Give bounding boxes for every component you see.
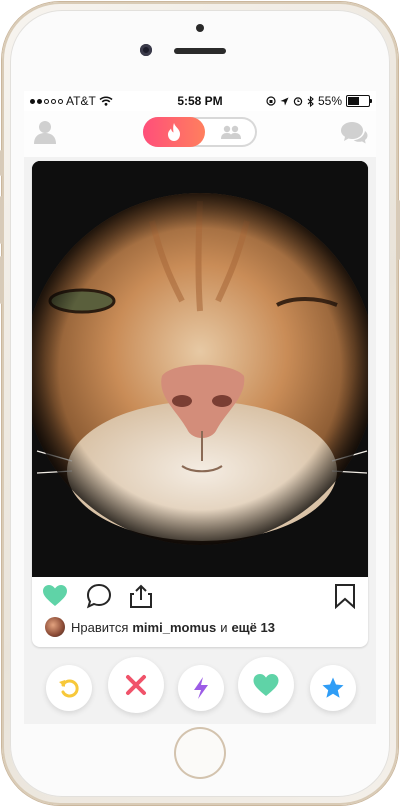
- chat-icon[interactable]: [340, 121, 368, 145]
- volume-up-button: [0, 196, 3, 244]
- bookmark-icon[interactable]: [332, 583, 358, 609]
- profile-icon[interactable]: [34, 120, 56, 144]
- rotation-lock-icon: [266, 96, 276, 106]
- front-camera: [140, 44, 152, 56]
- bluetooth-icon: [307, 95, 314, 107]
- location-icon: [280, 97, 289, 105]
- liked-user-link[interactable]: mimi_momus: [132, 620, 216, 635]
- avatar[interactable]: [45, 617, 65, 637]
- liked-conj: и: [220, 619, 228, 635]
- super-like-icon: [322, 677, 344, 698]
- top-bar: [24, 111, 376, 157]
- swipe-actions: [24, 651, 376, 724]
- screen: AT&T 5:58 PM 55% Нравится mimi_momus и е…: [24, 91, 376, 724]
- battery-icon: [346, 95, 372, 107]
- like-icon: [253, 674, 279, 696]
- liked-by-row: Нравится mimi_momus и ещё 13: [32, 613, 368, 641]
- photo-actions: [32, 577, 368, 613]
- mute-switch: [0, 150, 3, 176]
- boost-icon: [194, 677, 208, 699]
- toggle-group-mode[interactable]: [205, 117, 257, 147]
- share-icon[interactable]: [128, 583, 154, 609]
- super-like-button[interactable]: [310, 665, 356, 711]
- profile-card[interactable]: Нравится mimi_momus и ещё 13: [32, 161, 368, 647]
- alarm-icon: [293, 97, 303, 106]
- toggle-tinder-mode[interactable]: [143, 117, 205, 147]
- rewind-icon: [59, 679, 79, 698]
- boost-button[interactable]: [178, 665, 224, 711]
- rewind-button[interactable]: [46, 665, 92, 711]
- profile-photo[interactable]: [32, 161, 368, 577]
- discovery-toggle[interactable]: [143, 117, 257, 147]
- battery-percent: 55%: [317, 94, 342, 108]
- status-bar: AT&T 5:58 PM 55%: [24, 91, 376, 111]
- volume-down-button: [0, 256, 3, 304]
- nope-button[interactable]: [108, 657, 164, 713]
- home-button[interactable]: [174, 727, 226, 779]
- flame-icon: [168, 123, 180, 141]
- heart-icon[interactable]: [42, 583, 68, 609]
- nope-icon: [126, 675, 146, 695]
- proximity-sensor: [196, 24, 204, 32]
- liked-prefix: Нравится: [71, 619, 129, 635]
- group-icon: [221, 125, 241, 139]
- liked-others-link[interactable]: ещё 13: [231, 620, 275, 635]
- earpiece-speaker: [174, 48, 226, 54]
- comment-icon[interactable]: [86, 583, 112, 609]
- like-button[interactable]: [238, 657, 294, 713]
